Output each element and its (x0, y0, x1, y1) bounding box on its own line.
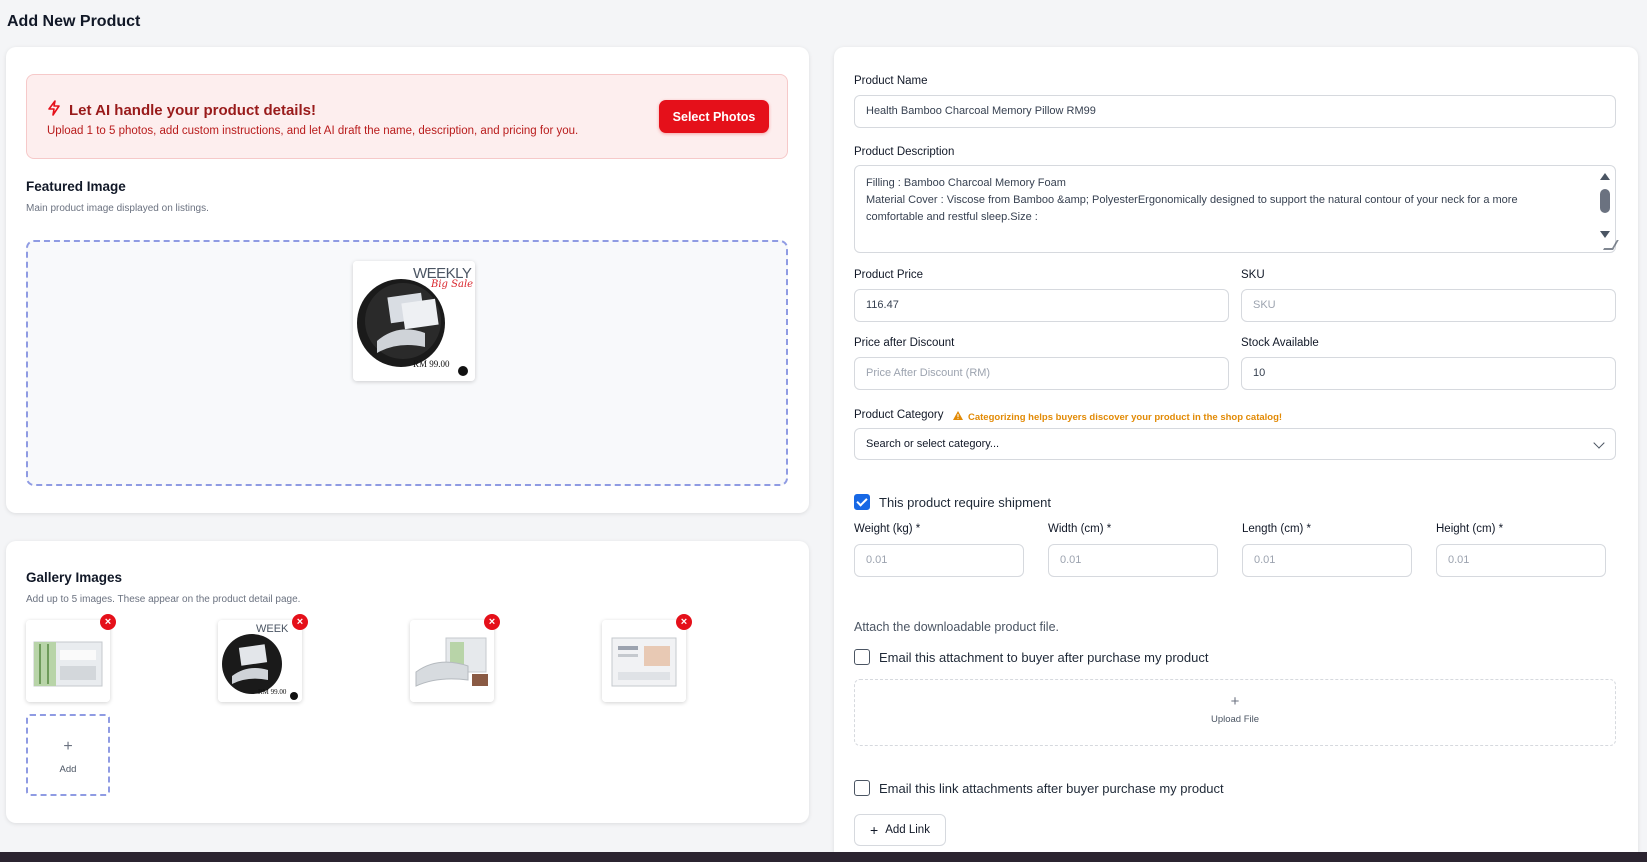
gallery-thumbnail[interactable] (26, 620, 110, 702)
featured-image-dropzone[interactable]: WEEKLY Big Sale RM 99.00 (26, 240, 788, 486)
gallery-item-4[interactable]: × (602, 614, 692, 702)
product-description-textarea[interactable]: Filling : Bamboo Charcoal Memory Foam Ma… (854, 165, 1619, 253)
gallery-item-3[interactable]: × (410, 614, 500, 702)
product-name-label: Product Name (854, 75, 928, 87)
product-category-label: Product Category (854, 409, 944, 421)
add-link-label: Add Link (885, 824, 930, 836)
description-line-2: Material Cover : Viscose from Bamboo &am… (866, 194, 1518, 223)
product-form-card: Product Name Health Bamboo Charcoal Memo… (834, 47, 1638, 862)
product-image (602, 620, 686, 702)
product-image (410, 620, 494, 702)
chevron-down-icon (1593, 437, 1605, 449)
scroll-down-icon[interactable] (1600, 231, 1610, 238)
remove-image-button[interactable]: × (484, 614, 500, 630)
description-scrollbar[interactable] (1598, 170, 1612, 238)
weight-label: Weight (kg) * (854, 523, 921, 535)
product-name-input[interactable]: Health Bamboo Charcoal Memory Pillow RM9… (854, 95, 1616, 128)
length-input[interactable]: 0.01 (1242, 544, 1412, 577)
category-warning: Categorizing helps buyers discover your … (953, 411, 1282, 423)
ai-banner-title: Let AI handle your product details! (47, 100, 316, 120)
page-title: Add New Product (7, 13, 141, 30)
description-line-1: Filling : Bamboo Charcoal Memory Foam (866, 177, 1066, 189)
gallery-images-subtitle: Add up to 5 images. These appear on the … (26, 594, 301, 605)
price-text: RM 99.00 (413, 359, 450, 369)
gallery-item-1[interactable]: × (26, 614, 116, 702)
ai-banner: Let AI handle your product details! Uplo… (26, 74, 788, 159)
stock-available-input[interactable]: 10 (1241, 357, 1616, 390)
gallery-thumbnail[interactable] (410, 620, 494, 702)
upload-file-dropzone[interactable]: + Upload File (854, 679, 1616, 746)
length-label: Length (cm) * (1242, 523, 1312, 535)
height-label: Height (cm) * (1436, 523, 1504, 535)
email-link-label: Email this link attachments after buyer … (879, 780, 1224, 796)
resize-grip-icon[interactable] (1603, 240, 1619, 250)
warning-icon (953, 411, 963, 423)
width-label: Width (cm) * (1048, 523, 1112, 535)
stock-available-label: Stock Available (1241, 337, 1319, 349)
add-label: Add (59, 764, 77, 775)
ai-banner-subtitle: Upload 1 to 5 photos, add custom instruc… (47, 125, 579, 137)
featured-image-thumbnail[interactable]: WEEKLY Big Sale RM 99.00 (353, 261, 475, 381)
add-link-button[interactable]: + Add Link (854, 814, 946, 846)
big-sale-text: Big Sale (431, 279, 474, 290)
product-category-select[interactable]: Search or select category... (854, 428, 1616, 460)
email-attachment-label: Email this attachment to buyer after pur… (879, 649, 1209, 665)
scroll-up-icon[interactable] (1600, 173, 1610, 180)
email-attachment-row[interactable]: Email this attachment to buyer after pur… (854, 649, 1209, 665)
price-after-discount-input[interactable]: Price After Discount (RM) (854, 357, 1229, 390)
shipment-checkbox-label: This product require shipment (879, 494, 1051, 510)
gallery-thumbnail[interactable] (602, 620, 686, 702)
shipment-checkbox-row[interactable]: This product require shipment (854, 494, 1051, 510)
product-image (26, 620, 110, 702)
plus-icon: + (870, 822, 879, 838)
product-price-input[interactable]: 116.47 (854, 289, 1229, 322)
sku-label: SKU (1241, 269, 1265, 281)
gallery-images-title: Gallery Images (26, 570, 123, 585)
scroll-thumb[interactable] (1600, 189, 1610, 213)
upload-file-label: Upload File (1210, 714, 1260, 725)
shipment-checkbox[interactable] (854, 494, 870, 510)
height-input[interactable]: 0.01 (1436, 544, 1606, 577)
featured-image-card: Let AI handle your product details! Uplo… (6, 47, 809, 513)
gallery-thumbnail[interactable]: WEEK RM 99.00 (218, 620, 302, 702)
add-gallery-image-button[interactable]: + Add (26, 714, 110, 796)
sku-input[interactable]: SKU (1241, 289, 1616, 322)
attach-file-text: Attach the downloadable product file. (854, 620, 1059, 634)
category-select-value: Search or select category... (866, 438, 1000, 450)
bottom-bar (0, 852, 1647, 862)
price-after-discount-label: Price after Discount (854, 337, 955, 349)
price-text: RM 99.00 (258, 688, 287, 696)
lightning-icon (47, 100, 61, 120)
featured-image-subtitle: Main product image displayed on listings… (26, 203, 209, 214)
remove-image-button[interactable]: × (292, 614, 308, 630)
remove-image-button[interactable]: × (676, 614, 692, 630)
gallery-item-2[interactable]: WEEK RM 99.00 × (218, 614, 308, 702)
product-price-label: Product Price (854, 269, 924, 281)
gallery-images-card: Gallery Images Add up to 5 images. These… (6, 541, 809, 823)
plus-icon: + (1230, 693, 1240, 710)
email-link-row[interactable]: Email this link attachments after buyer … (854, 780, 1224, 796)
weekly-text: WEEK (256, 623, 289, 635)
email-link-checkbox[interactable] (854, 780, 870, 796)
product-description-label: Product Description (854, 146, 955, 158)
plus-icon: + (63, 738, 73, 755)
email-attachment-checkbox[interactable] (854, 649, 870, 665)
width-input[interactable]: 0.01 (1048, 544, 1218, 577)
remove-image-button[interactable]: × (100, 614, 116, 630)
featured-image-title: Featured Image (26, 179, 126, 194)
select-photos-button[interactable]: Select Photos (659, 100, 769, 133)
weight-input[interactable]: 0.01 (854, 544, 1024, 577)
